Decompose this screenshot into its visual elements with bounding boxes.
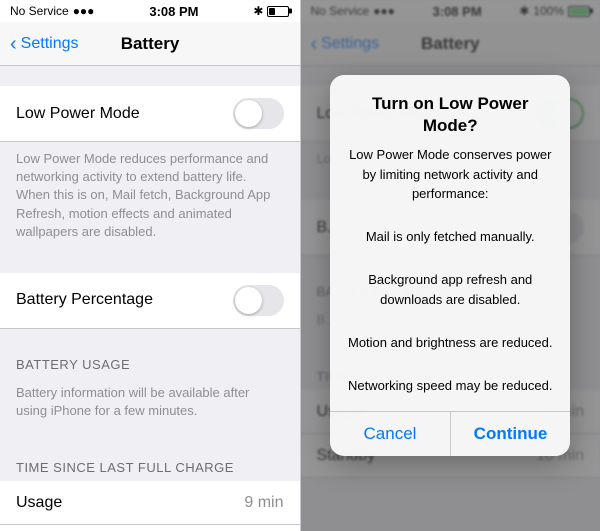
alert-bullet-2: Background app refresh and downloads are…	[346, 270, 554, 309]
alert-bullet-1: Mail is only fetched manually.	[346, 227, 554, 247]
alert-body: Low Power Mode conserves power by limiti…	[346, 145, 554, 395]
battery-icon-left	[267, 6, 289, 17]
content-left: Low Power Mode Low Power Mode reduces pe…	[0, 66, 300, 531]
dialog-overlay: Turn on Low Power Mode? Low Power Mode c…	[301, 0, 600, 531]
status-right-left: ✱	[253, 4, 289, 18]
left-panel: No Service ●●● 3:08 PM ✱ ‹ Settings Batt…	[0, 0, 300, 531]
alert-body-intro: Low Power Mode conserves power by limiti…	[346, 145, 554, 204]
low-power-mode-label: Low Power Mode	[16, 105, 140, 123]
continue-button[interactable]: Continue	[451, 412, 571, 456]
toggle-knob-2	[235, 287, 262, 314]
battery-percentage-label: Battery Percentage	[16, 291, 153, 309]
usage-value: 9 min	[244, 494, 283, 512]
alert-content: Turn on Low Power Mode? Low Power Mode c…	[330, 75, 570, 411]
back-label-left: Settings	[21, 35, 79, 53]
alert-buttons: Cancel Continue	[330, 412, 570, 456]
low-power-description: Low Power Mode reduces performance and n…	[0, 142, 300, 253]
cancel-button[interactable]: Cancel	[330, 412, 451, 456]
low-power-mode-row: Low Power Mode	[0, 86, 300, 142]
toggle-knob	[235, 100, 262, 127]
alert-bullet-3: Motion and brightness are reduced.	[346, 333, 554, 353]
wifi-icon-left: ●●●	[73, 4, 95, 18]
battery-percentage-row: Battery Percentage	[0, 273, 300, 329]
battery-usage-info: Battery information will be available af…	[0, 378, 300, 432]
standby-row: Standby 18 min	[0, 525, 300, 531]
time-since-header: TIME SINCE LAST FULL CHARGE	[0, 440, 300, 481]
nav-bar-left: ‹ Settings Battery	[0, 22, 300, 66]
right-panel: No Service ●●● 3:08 PM ✱ 100% ‹ Settings…	[301, 0, 600, 531]
alert-bullet-4: Networking speed may be reduced.	[346, 376, 554, 396]
usage-label: Usage	[16, 494, 62, 512]
status-left: No Service ●●●	[10, 4, 94, 18]
page-title-left: Battery	[121, 34, 180, 54]
bluetooth-icon-left: ✱	[253, 4, 263, 18]
signal-text-left: No Service	[10, 4, 69, 18]
alert-title: Turn on Low Power Mode?	[346, 93, 554, 137]
low-power-mode-toggle[interactable]	[233, 98, 284, 129]
status-bar-left: No Service ●●● 3:08 PM ✱	[0, 0, 300, 22]
battery-percentage-toggle[interactable]	[233, 285, 284, 316]
back-chevron-left: ‹	[10, 34, 17, 54]
alert-dialog: Turn on Low Power Mode? Low Power Mode c…	[330, 75, 570, 456]
time-left: 3:08 PM	[149, 4, 198, 19]
back-button-left[interactable]: ‹ Settings	[10, 34, 78, 54]
battery-usage-header: BATTERY USAGE	[0, 337, 300, 378]
usage-row: Usage 9 min	[0, 481, 300, 525]
